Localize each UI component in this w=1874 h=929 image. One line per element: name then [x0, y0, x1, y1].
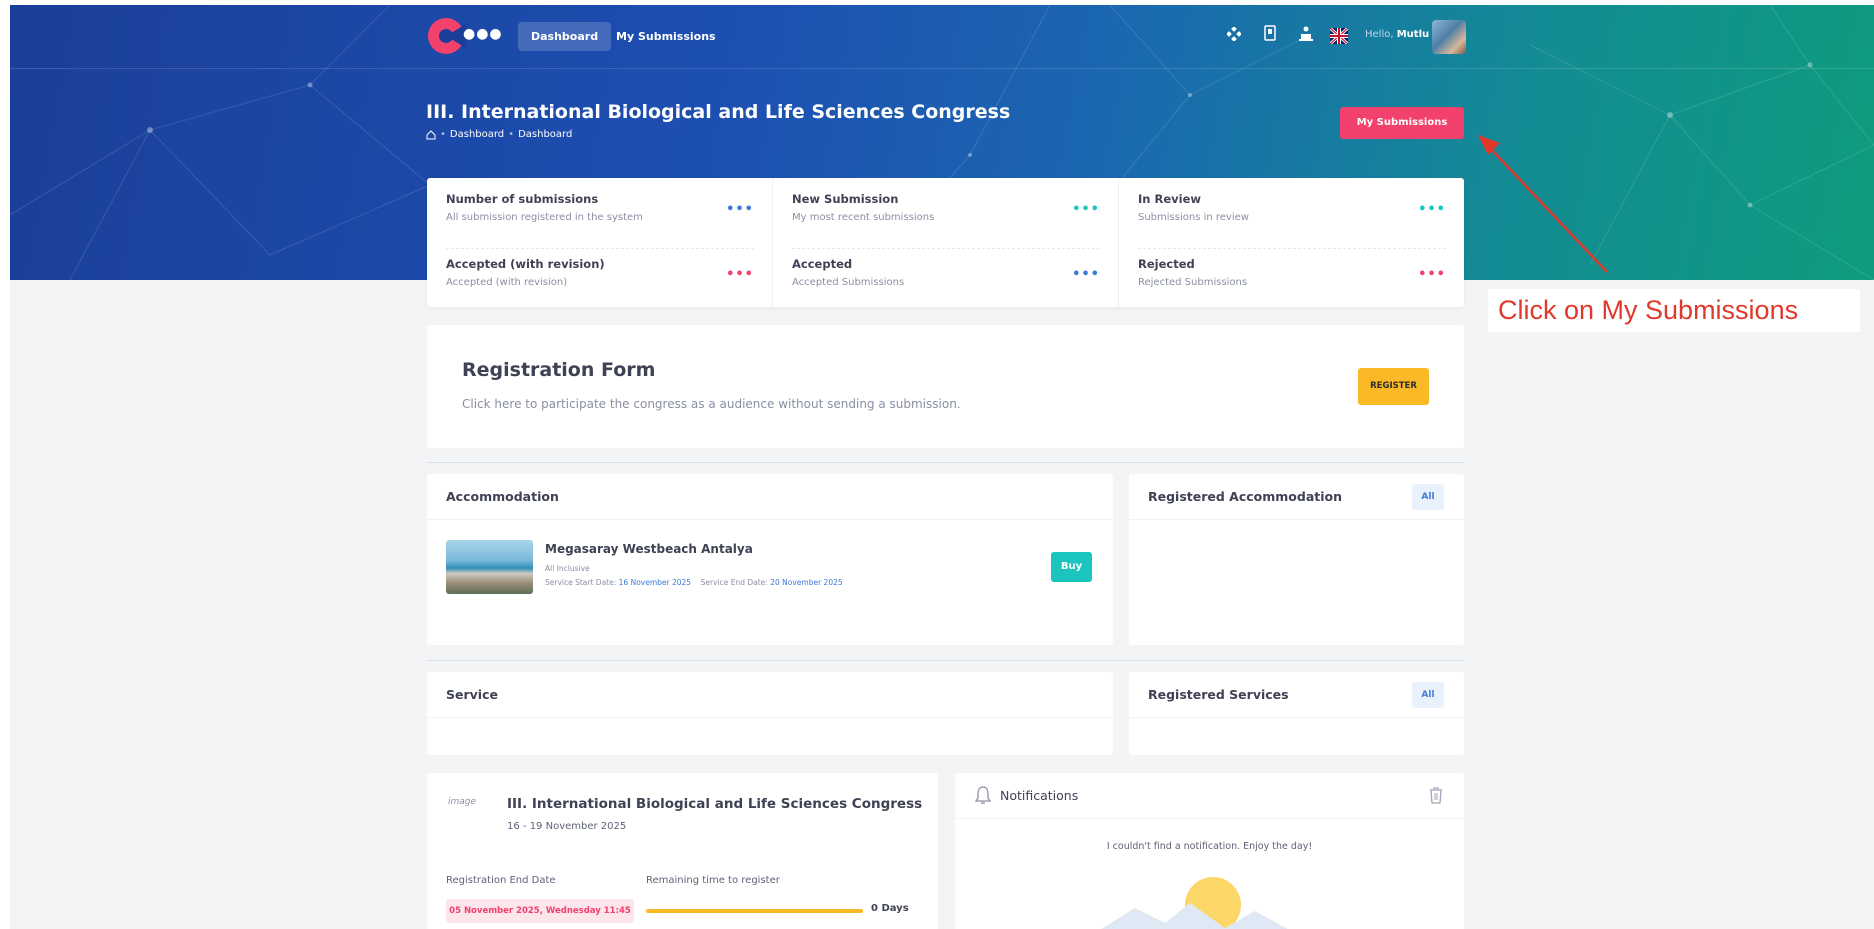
notifications-empty-text: I couldn't find a notification. Enjoy th… — [1106, 841, 1313, 852]
breadcrumb: • Dashboard • Dashboard — [426, 129, 572, 140]
annotation-label: Click on My Submissions — [1488, 289, 1860, 332]
logo-icon[interactable] — [426, 16, 466, 56]
registered-services-panel: Registered Services All — [1129, 672, 1464, 755]
reader-icon[interactable] — [1258, 24, 1282, 48]
more-dots-icon[interactable]: ••• — [1418, 267, 1446, 282]
panel-title: Accommodation — [446, 489, 559, 504]
stat-item[interactable]: Number of submissions All submission reg… — [446, 192, 754, 249]
registration-end-date: 05 November 2025, Wednesday 11:45 — [446, 899, 634, 923]
apps-icon[interactable] — [1222, 24, 1246, 48]
logo-dots: ●●● — [463, 26, 503, 42]
registration-end-label: Registration End Date — [446, 875, 556, 886]
trash-icon[interactable] — [1428, 786, 1444, 804]
stat-subtitle: All submission registered in the system — [446, 212, 643, 223]
breadcrumb-item: Dashboard — [518, 129, 573, 140]
breadcrumb-separator: • — [440, 129, 446, 140]
remaining-time-label: Remaining time to register — [646, 875, 780, 886]
stat-subtitle: Accepted Submissions — [792, 277, 905, 288]
breadcrumb-item[interactable]: Dashboard — [450, 129, 504, 140]
panel-title: Service — [446, 687, 498, 702]
empty-state-illustration — [1101, 877, 1288, 929]
section-divider — [427, 462, 1464, 463]
more-dots-icon[interactable]: ••• — [726, 267, 754, 282]
panel-header: Notifications — [955, 773, 1464, 819]
registration-description: Click here to participate the congress a… — [462, 397, 961, 411]
stat-subtitle: Submissions in review — [1138, 212, 1249, 223]
stat-item[interactable]: In Review Submissions in review ••• — [1138, 192, 1446, 249]
speaker-icon[interactable] — [1294, 24, 1318, 48]
stat-title: New Submission — [792, 192, 899, 206]
panel-header: Accommodation — [427, 474, 1113, 520]
stat-title: Rejected — [1138, 257, 1195, 271]
end-label: Service End Date: — [700, 578, 768, 587]
stat-item[interactable]: Rejected Rejected Submissions ••• — [1138, 249, 1446, 306]
stat-subtitle: My most recent submissions — [792, 212, 935, 223]
stat-title: In Review — [1138, 192, 1201, 206]
nav-my-submissions[interactable]: My Submissions — [603, 22, 729, 51]
congress-dates: 16 - 19 November 2025 — [507, 821, 627, 832]
stat-item[interactable]: Accepted (with revision) Accepted (with … — [446, 249, 754, 306]
page-title: III. International Biological and Life S… — [426, 101, 1011, 123]
nav-dashboard[interactable]: Dashboard — [518, 22, 612, 51]
stat-item[interactable]: Accepted Accepted Submissions ••• — [792, 249, 1100, 306]
panel-title: Registered Services — [1148, 687, 1289, 702]
end-date: 20 November 2025 — [770, 578, 843, 587]
home-icon[interactable] — [426, 129, 436, 140]
hotel-name: Megasaray Westbeach Antalya — [545, 542, 753, 556]
hotel-image — [446, 540, 533, 594]
panel-header: Registered Services All — [1129, 672, 1464, 718]
stats-column: Number of submissions All submission reg… — [427, 178, 773, 307]
remaining-time-fill — [646, 909, 863, 913]
breadcrumb-separator: • — [508, 129, 515, 140]
congress-card: image III. International Biological and … — [427, 773, 938, 929]
service-panel: Service — [427, 672, 1113, 755]
registration-card: Registration Form Click here to particip… — [427, 325, 1464, 448]
more-dots-icon[interactable]: ••• — [1418, 202, 1446, 217]
avatar[interactable] — [1432, 20, 1466, 54]
stat-subtitle: Accepted (with revision) — [446, 277, 568, 288]
notifications-title: Notifications — [1000, 788, 1079, 803]
registered-accommodation-panel: Registered Accommodation All — [1129, 474, 1464, 645]
hotel-board: All Inclusive — [545, 564, 590, 573]
register-button[interactable]: REGISTER — [1358, 368, 1429, 405]
panel-header: Registered Accommodation All — [1129, 474, 1464, 520]
all-button[interactable]: All — [1412, 484, 1444, 510]
notifications-panel: Notifications I couldn't find a notifica… — [955, 773, 1464, 929]
stat-title: Accepted — [792, 257, 853, 271]
more-dots-icon[interactable]: ••• — [726, 202, 754, 217]
nav-divider — [10, 68, 1874, 69]
stat-item[interactable]: New Submission My most recent submission… — [792, 192, 1100, 249]
more-dots-icon[interactable]: ••• — [1072, 267, 1100, 282]
app-frame: ●●● Dashboard My Submissions Hello, Mutl… — [10, 5, 1874, 929]
stat-title: Number of submissions — [446, 192, 599, 206]
stats-column: In Review Submissions in review ••• Reje… — [1119, 178, 1464, 307]
username: Mutlu — [1396, 29, 1430, 40]
greeting-text: Hello, — [1365, 29, 1394, 40]
buy-button[interactable]: Buy — [1051, 552, 1092, 582]
my-submissions-button[interactable]: My Submissions — [1340, 107, 1464, 139]
bell-icon — [974, 786, 992, 804]
congress-logo: image — [448, 797, 477, 807]
user-greeting[interactable]: Hello, Mutlu — [1365, 29, 1429, 40]
remaining-time-bar — [646, 909, 863, 913]
stats-card: Number of submissions All submission reg… — [427, 178, 1464, 307]
congress-title: III. International Biological and Life S… — [507, 796, 923, 812]
start-date: 16 November 2025 — [618, 578, 692, 587]
start-label: Service Start Date: — [545, 578, 617, 587]
remaining-days: 0 Days — [871, 903, 909, 914]
all-button[interactable]: All — [1412, 682, 1444, 708]
hotel-dates: Service Start Date: 16 November 2025 Ser… — [545, 578, 843, 587]
panel-title: Registered Accommodation — [1148, 489, 1343, 504]
registration-title: Registration Form — [462, 359, 656, 381]
stats-column: New Submission My most recent submission… — [773, 178, 1119, 307]
stat-subtitle: Rejected Submissions — [1138, 277, 1248, 288]
accommodation-panel: Accommodation Megasaray Westbeach Antaly… — [427, 474, 1113, 645]
uk-flag-icon[interactable] — [1330, 28, 1348, 44]
more-dots-icon[interactable]: ••• — [1072, 202, 1100, 217]
section-divider — [427, 660, 1464, 661]
stat-title: Accepted (with revision) — [446, 257, 605, 271]
panel-header: Service — [427, 672, 1113, 718]
